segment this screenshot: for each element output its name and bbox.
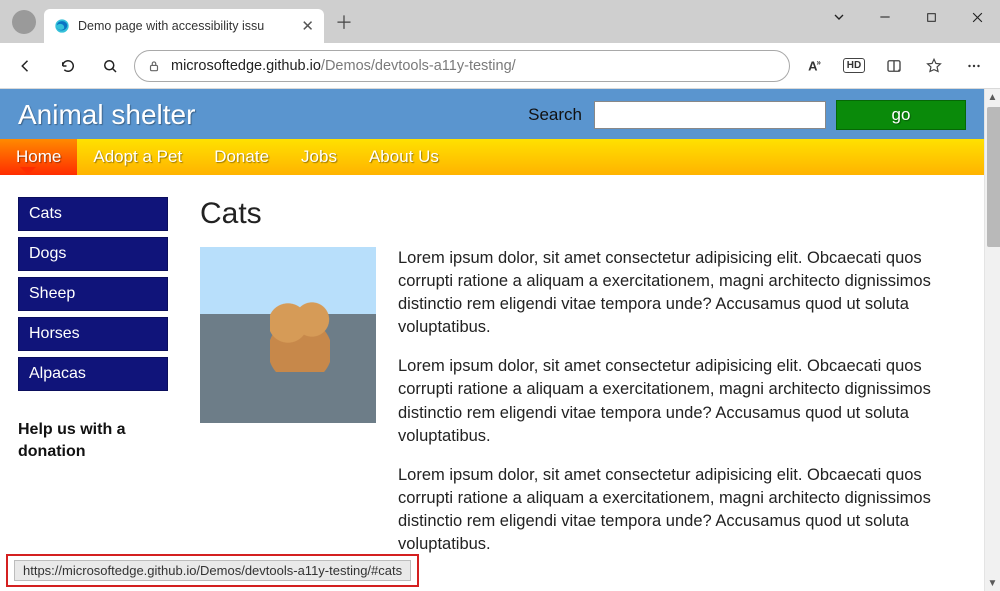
search-input[interactable] <box>594 101 826 129</box>
address-host: microsoftedge.github.io <box>171 58 321 74</box>
sidebar-item-alpacas[interactable]: Alpacas <box>18 357 168 391</box>
sidebar-item-sheep[interactable]: Sheep <box>18 277 168 311</box>
address-path: /Demos/devtools-a11y-testing/ <box>321 58 516 74</box>
site-title: Animal shelter <box>18 99 518 131</box>
browser-toolbar: microsoftedge.github.io/Demos/devtools-a… <box>0 43 1000 89</box>
nav-jobs[interactable]: Jobs <box>285 139 353 175</box>
close-window-button[interactable] <box>954 0 1000 34</box>
read-aloud-icon[interactable]: A» <box>796 48 832 84</box>
new-tab-button[interactable]: ＋ <box>328 6 360 38</box>
minimize-button[interactable] <box>862 0 908 34</box>
scroll-up-icon[interactable]: ▲ <box>985 89 1000 105</box>
vertical-scrollbar[interactable]: ▲ ▼ <box>984 89 1000 591</box>
nav-about[interactable]: About Us <box>353 139 455 175</box>
settings-more-icon[interactable] <box>956 48 992 84</box>
hd-icon[interactable]: HD <box>836 48 872 84</box>
status-link-url: https://microsoftedge.github.io/Demos/de… <box>14 560 411 581</box>
browser-tab[interactable]: Demo page with accessibility issu ✕ <box>44 9 324 43</box>
lock-icon <box>147 59 161 73</box>
page-viewport: ▲ ▼ Animal shelter Search go Home Adopt … <box>0 89 1000 591</box>
search-label: Search <box>528 105 582 125</box>
profile-avatar[interactable] <box>12 10 36 34</box>
address-text: microsoftedge.github.io/Demos/devtools-a… <box>171 58 516 74</box>
nav-donate[interactable]: Donate <box>198 139 285 175</box>
paragraph-3: Lorem ipsum dolor, sit amet consectetur … <box>398 464 966 556</box>
scroll-down-icon[interactable]: ▼ <box>985 575 1000 591</box>
main-content: Cats Lorem ipsum dolor, sit amet consect… <box>200 197 966 572</box>
scroll-thumb[interactable] <box>987 107 1000 247</box>
nav-home[interactable]: Home <box>0 139 77 175</box>
tab-actions-icon[interactable] <box>816 0 862 34</box>
favorite-icon[interactable] <box>916 48 952 84</box>
page-heading: Cats <box>200 197 966 231</box>
address-bar[interactable]: microsoftedge.github.io/Demos/devtools-a… <box>134 50 790 82</box>
back-button[interactable] <box>8 48 44 84</box>
window-titlebar: Demo page with accessibility issu ✕ ＋ <box>0 0 1000 43</box>
status-link-highlight: https://microsoftedge.github.io/Demos/de… <box>6 554 419 587</box>
edge-favicon-icon <box>54 18 70 34</box>
tab-title: Demo page with accessibility issu <box>78 19 293 33</box>
sidebar: Cats Dogs Sheep Horses Alpacas Help us w… <box>18 197 168 572</box>
sidebar-item-dogs[interactable]: Dogs <box>18 237 168 271</box>
maximize-button[interactable] <box>908 0 954 34</box>
paragraph-1: Lorem ipsum dolor, sit amet consectetur … <box>398 247 966 339</box>
reading-list-icon[interactable] <box>876 48 912 84</box>
site-header: Animal shelter Search go <box>0 89 984 139</box>
paragraph-2: Lorem ipsum dolor, sit amet consectetur … <box>398 355 966 447</box>
refresh-button[interactable] <box>50 48 86 84</box>
sidebar-item-cats[interactable]: Cats <box>18 197 168 231</box>
tab-close-icon[interactable]: ✕ <box>301 17 314 35</box>
sidebar-item-horses[interactable]: Horses <box>18 317 168 351</box>
search-button[interactable] <box>92 48 128 84</box>
go-button[interactable]: go <box>836 100 966 130</box>
cat-image <box>200 247 376 423</box>
main-nav: Home Adopt a Pet Donate Jobs About Us <box>0 139 984 175</box>
nav-adopt[interactable]: Adopt a Pet <box>77 139 198 175</box>
donation-heading: Help us with a donation <box>18 419 158 462</box>
